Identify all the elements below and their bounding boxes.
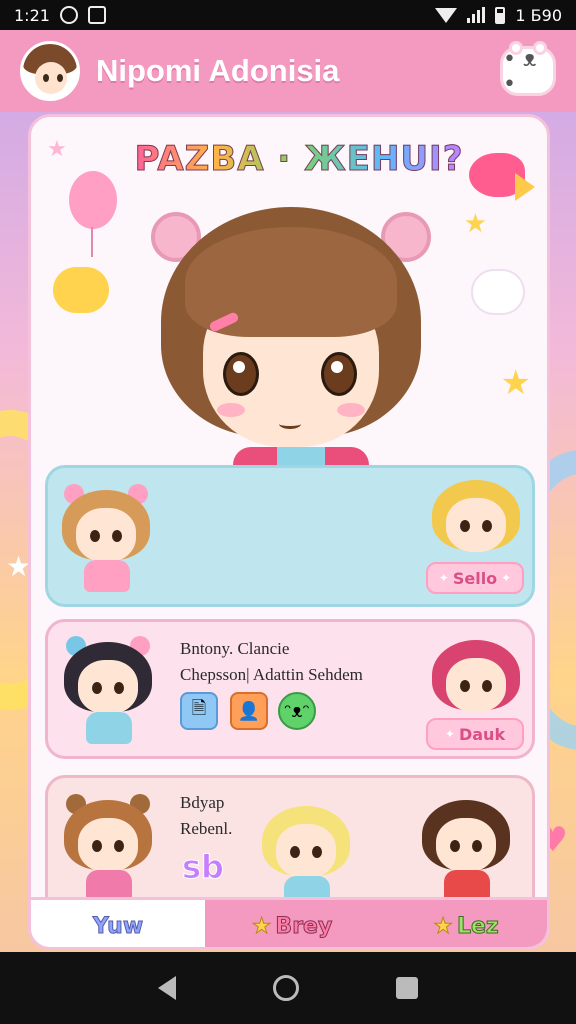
balloon-string (91, 227, 93, 257)
status-battery-text: 1 Б90 (515, 5, 562, 25)
white-cloud-icon (471, 269, 525, 315)
status-time: 1:21 (14, 5, 50, 25)
status-left: 1:21 (14, 6, 106, 25)
row2-text: Bntony. Clancie Chepsson| Adattin Sehdem (180, 636, 363, 688)
row3-line2: Rebenl. (180, 819, 233, 838)
mascot-button[interactable]: • ᴥ • (500, 41, 556, 97)
tab-lez[interactable]: ★ Lez (379, 900, 547, 947)
battery-icon (495, 6, 506, 24)
status-right: 1 Б90 (435, 6, 562, 25)
main-card: PAZBA · ЖEHUI? ★ ★ ★ ✦ Sello ✦ Bntony. C… (28, 114, 550, 950)
character-avatar-brown-2 (418, 792, 514, 902)
cat-icon[interactable]: ᵔᴥᵔ (278, 692, 316, 730)
character-avatar-blonde (58, 482, 154, 592)
character-row-1[interactable]: ✦ Sello ✦ (45, 465, 535, 607)
document-icon[interactable]: 🗎 (180, 692, 218, 730)
wifi-icon (435, 7, 458, 23)
yellow-cloud-icon (53, 267, 109, 313)
tab-yuw[interactable]: Yuw (31, 900, 205, 947)
star-icon: ★ (500, 363, 531, 403)
star-icon: ★ (251, 914, 272, 940)
character-row-2[interactable]: Bntony. Clancie Chepsson| Adattin Sehdem… (45, 619, 535, 759)
character-avatar-blonde-2 (258, 798, 354, 908)
star-icon: ★ (433, 914, 454, 940)
signal-icon (467, 7, 486, 23)
row3-sticker: sb (182, 848, 225, 887)
home-icon[interactable] (272, 975, 299, 1001)
status-bar: 1:21 1 Б90 (0, 0, 576, 30)
notification-icon (59, 6, 78, 24)
character-avatar-brown (60, 792, 156, 902)
media-icon (87, 6, 106, 24)
avatar[interactable] (20, 41, 80, 101)
system-nav-bar (0, 952, 576, 1024)
app-header: Nipomi Adonisia • ᴥ • (0, 30, 576, 112)
row2-line1: Bntony. Clancie (180, 639, 290, 658)
bottom-tab-bar: Yuw ★ Brey ★ Lez (31, 897, 547, 947)
balloon-icon (69, 171, 117, 229)
person-icon[interactable]: 👤 (230, 692, 268, 730)
back-icon[interactable] (158, 976, 177, 1000)
character-avatar-dark (60, 634, 156, 744)
row2-line2: Chepsson| Adattin Sehdem (180, 665, 363, 684)
tab-brey[interactable]: ★ Brey (205, 900, 379, 947)
star-icon: ★ (463, 209, 487, 239)
fish-tail-icon (515, 173, 535, 201)
star-icon: ★ (47, 137, 67, 162)
row3-text: Bdyap Rebenl. (180, 790, 232, 842)
row1-action-button[interactable]: ✦ Sello ✦ (426, 562, 524, 594)
recents-icon[interactable] (395, 977, 418, 999)
row2-action-button[interactable]: ✦ Dauk (426, 718, 524, 750)
app-title: Nipomi Adonisia (96, 53, 340, 88)
row3-line1: Bdyap (180, 793, 225, 812)
